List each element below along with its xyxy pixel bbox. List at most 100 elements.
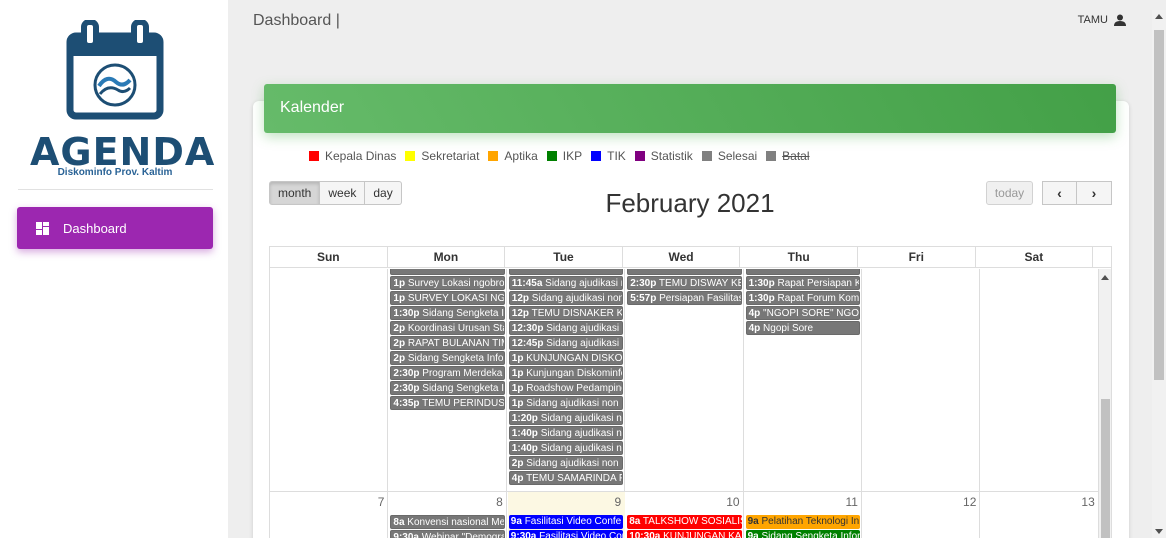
calendar-event[interactable]: 8a TALKSHOW SOSIALIS bbox=[627, 515, 742, 529]
legend-swatch bbox=[591, 151, 602, 161]
calendar-event[interactable]: 11:45a Sidang ajudikasi non bbox=[508, 276, 624, 290]
event-time: 5:57p bbox=[630, 293, 657, 304]
day-number[interactable]: 10 bbox=[625, 495, 739, 509]
today-button[interactable]: today bbox=[986, 181, 1033, 205]
event-time: 1p bbox=[393, 293, 406, 304]
calendar-event[interactable]: 9a Pelatihan Teknologi In bbox=[745, 515, 860, 529]
calendar-event[interactable]: 2p Sidang ajudikasi non bbox=[508, 456, 624, 470]
next-month-button[interactable]: › bbox=[1077, 181, 1112, 205]
legend-label: Batal bbox=[782, 149, 810, 163]
calendar-event[interactable]: 1p Kunjungan Diskominfo bbox=[508, 366, 624, 380]
month-calendar: Sun Mon Tue Wed Thu Fri Sat 7 8 9 10 11 12 13 1p Surv… bbox=[269, 246, 1112, 538]
event-time: 9a bbox=[747, 531, 759, 538]
breadcrumb: Dashboard | bbox=[253, 12, 340, 29]
calendar-grid: 7 8 9 10 11 12 13 1p Survey Lokasi ngobrol 1p SU… bbox=[270, 269, 1099, 538]
calendar-event[interactable]: 12:30p Sidang ajudikasi non bbox=[508, 321, 624, 335]
event-title: Pelatihan Teknologi In bbox=[758, 516, 860, 527]
day-number[interactable]: 12 bbox=[862, 495, 976, 509]
event-time: 2p bbox=[393, 323, 406, 334]
calendar-event[interactable]: 4p Ngopi Sore bbox=[745, 321, 860, 335]
day-number[interactable]: 11 bbox=[744, 495, 858, 509]
calendar-event[interactable]: 12p Sidang ajudikasi non bbox=[508, 291, 624, 305]
day-number[interactable]: 9 bbox=[507, 495, 622, 509]
event-title: Kunjungan Diskominfo bbox=[523, 368, 624, 379]
calendar-event[interactable]: 5:57p Persiapan Fasilitas bbox=[627, 291, 742, 305]
event-title: Sidang ajudikasi non bbox=[546, 323, 622, 334]
scrollbar-thumb[interactable] bbox=[1154, 30, 1164, 380]
calendar-event[interactable]: 9:30a Fasilitasi Video Con bbox=[508, 530, 624, 538]
event-time: 8a bbox=[393, 517, 405, 528]
calendar-event[interactable]: 1p Roadshow Pedampingan bbox=[508, 381, 624, 395]
event-time: 4:35p bbox=[393, 398, 420, 409]
calendar-event[interactable]: 1:30p Sidang Sengketa Info bbox=[390, 306, 505, 320]
card-header: Kalender bbox=[264, 84, 1116, 133]
prev-month-button[interactable]: ‹ bbox=[1042, 181, 1077, 205]
event-time: 9a bbox=[747, 516, 759, 527]
legend-swatch bbox=[488, 151, 499, 161]
calendar-event[interactable]: 9a Sidang Sengketa Infor bbox=[745, 530, 860, 538]
calendar-event[interactable]: 1:40p Sidang ajudikasi non bbox=[508, 426, 624, 440]
legend-swatch bbox=[634, 151, 645, 161]
weekday-header: Sun Mon Tue Wed Thu Fri Sat bbox=[270, 247, 1111, 268]
calendar-event[interactable]: 4p "NGOPI SORE" NGOBR bbox=[745, 306, 860, 320]
calendar-event[interactable]: 4p TEMU SAMARINDA P bbox=[508, 471, 624, 485]
weekday-fri: Fri bbox=[858, 247, 976, 267]
scroll-down-icon[interactable] bbox=[1155, 529, 1163, 534]
view-month-button[interactable]: month bbox=[269, 181, 321, 205]
calendar-event[interactable] bbox=[508, 269, 624, 275]
sidebar-item-dashboard[interactable]: Dashboard bbox=[17, 207, 213, 249]
calendar-scroll-up-icon[interactable] bbox=[1101, 275, 1109, 280]
view-week-button[interactable]: week bbox=[320, 181, 366, 205]
calendar-scrollbar[interactable] bbox=[1099, 269, 1111, 538]
calendar-event[interactable]: 1p SURVEY LOKASI NGOBROL bbox=[390, 291, 505, 305]
calendar-event[interactable]: 4:35p TEMU PERINDUSTRIAN bbox=[390, 396, 505, 410]
view-day-button[interactable]: day bbox=[365, 181, 402, 205]
calendar-scrollbar-thumb[interactable] bbox=[1101, 399, 1110, 538]
event-title: TEMU PERINDUSTRIAN bbox=[422, 398, 505, 409]
calendar-event[interactable]: 12:45p Sidang ajudikasi non bbox=[508, 336, 624, 350]
event-time: 1p bbox=[511, 398, 524, 409]
legend-label: Selesai bbox=[717, 149, 758, 163]
calendar-event[interactable]: 1:40p Sidang ajudikasi non bbox=[508, 441, 624, 455]
calendar-event[interactable]: 2p Koordinasi Urusan Statistik bbox=[390, 321, 505, 335]
event-time: 4p bbox=[511, 473, 524, 484]
calendar-event[interactable] bbox=[627, 269, 742, 275]
legend-item: Aptika bbox=[488, 149, 538, 163]
legend-label: IKP bbox=[562, 149, 583, 163]
user-menu[interactable]: TAMU bbox=[1078, 14, 1126, 26]
event-title: Survey Lokasi ngobrol bbox=[405, 278, 505, 289]
calendar-event[interactable]: 1:30p Rapat Forum Kom bbox=[745, 291, 860, 305]
page-scrollbar[interactable] bbox=[1152, 10, 1166, 538]
calendar-event[interactable]: 8a Konvensi nasional Me bbox=[390, 515, 505, 529]
event-time: 9:30a bbox=[510, 531, 537, 538]
event-title: TEMU DISNAKER KE bbox=[529, 308, 624, 319]
event-time: 12p bbox=[511, 308, 530, 319]
calendar-event[interactable]: 2:30p Program Merdeka bbox=[390, 366, 505, 380]
calendar-event[interactable]: 9a Fasilitasi Video Confe bbox=[508, 515, 624, 529]
calendar-event[interactable]: 2:30p Sidang Sengketa Info bbox=[390, 381, 505, 395]
app-logo[interactable]: AGENDA Diskominfo Prov. Kaltim bbox=[30, 20, 214, 180]
calendar-event[interactable] bbox=[745, 269, 860, 275]
calendar-event[interactable]: 12p TEMU DISNAKER KE bbox=[508, 306, 624, 320]
day-number[interactable]: 13 bbox=[980, 495, 1094, 509]
calendar-event[interactable]: 2:30p TEMU DISWAY KE bbox=[627, 276, 742, 290]
calendar-event[interactable]: 1p KUNJUNGAN DISKOMINFO bbox=[508, 351, 624, 365]
day-number[interactable]: 7 bbox=[270, 495, 385, 509]
event-title: Sidang ajudikasi non bbox=[545, 278, 622, 289]
scroll-up-icon[interactable] bbox=[1155, 14, 1163, 19]
event-title: TEMU DISWAY KE bbox=[656, 278, 742, 289]
calendar-event[interactable]: 2p RAPAT BULANAN TIM bbox=[390, 336, 505, 350]
event-title: TALKSHOW SOSIALIS bbox=[640, 516, 742, 527]
calendar-event[interactable] bbox=[390, 269, 505, 275]
day-number[interactable]: 8 bbox=[388, 495, 503, 509]
event-title: SURVEY LOKASI NGOBROL bbox=[407, 293, 505, 304]
calendar-event[interactable]: 1p Sidang ajudikasi non bbox=[508, 396, 624, 410]
calendar-event[interactable]: 9:30a Webinar "Demografi bbox=[390, 530, 505, 538]
calendar-event[interactable]: 10:30a KUNJUNGAN KA bbox=[627, 530, 742, 538]
calendar-event[interactable]: 1p Survey Lokasi ngobrol bbox=[390, 276, 505, 290]
calendar-title: February 2021 bbox=[605, 188, 775, 218]
calendar-event[interactable]: 1:20p Sidang ajudikasi non bbox=[508, 411, 624, 425]
calendar-event[interactable]: 1:30p Rapat Persiapan K bbox=[745, 276, 860, 290]
calendar-event[interactable]: 2p Sidang Sengketa Informasi bbox=[390, 351, 505, 365]
event-title: KUNJUNGAN DISKOMINFO bbox=[526, 353, 623, 364]
